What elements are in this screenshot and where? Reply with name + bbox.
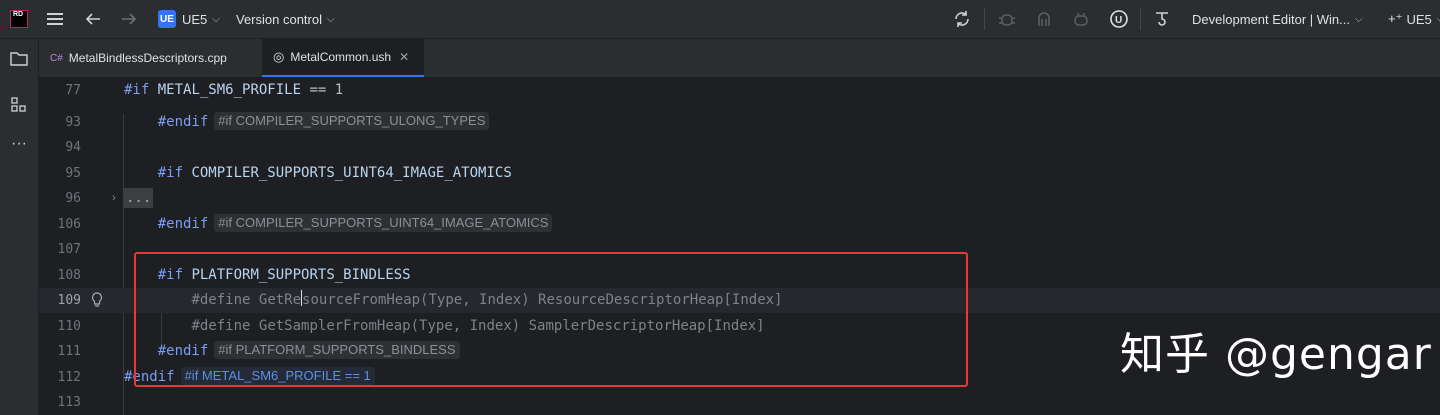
inlay-hint: #if COMPILER_SUPPORTS_ULONG_TYPES <box>214 112 490 130</box>
right-project-label: UE5 <box>1406 11 1432 27</box>
line-number: 77 <box>65 83 81 98</box>
folder-icon[interactable] <box>9 49 29 67</box>
line-number: 106 <box>57 217 81 232</box>
code-line: 106 #endif #if COMPILER_SUPPORTS_UINT64_I… <box>39 212 1440 237</box>
code-line: 93 #endif #if COMPILER_SUPPORTS_ULONG_TYP… <box>39 110 1440 135</box>
line-number: 93 <box>65 115 81 130</box>
menu-icon[interactable] <box>44 9 66 29</box>
unreal-icon[interactable]: U <box>1108 9 1130 29</box>
csharp-file-icon: C# <box>50 52 63 64</box>
editor-tabs: C# MetalBindlessDescriptors.cpp ◎ MetalC… <box>39 39 1440 78</box>
line-number: 108 <box>57 268 81 283</box>
highlight-box <box>134 252 968 387</box>
line-number: 112 <box>57 370 81 385</box>
tools-icon[interactable] <box>1152 9 1172 29</box>
tab-label: MetalCommon.ush <box>290 50 392 64</box>
watermark: 知乎 @gengar <box>1120 329 1432 380</box>
project-badge: UE <box>158 10 176 28</box>
back-arrow-icon[interactable] <box>82 9 104 29</box>
sync-icon[interactable] <box>952 9 972 29</box>
chevron-down-icon: ⌵ <box>327 13 335 25</box>
code-line: 113 <box>39 390 1440 415</box>
right-project-selector[interactable]: +⁺ UE5 ⌵ <box>1388 0 1440 38</box>
line-number: 107 <box>57 242 81 257</box>
project-name: UE5 <box>182 11 208 27</box>
tab-metal-bindless-descriptors[interactable]: C# MetalBindlessDescriptors.cpp <box>39 39 257 77</box>
line-number: 110 <box>57 319 81 334</box>
tab-metal-common[interactable]: ◎ MetalCommon.ush ✕ <box>262 39 424 77</box>
version-control-label: Version control <box>236 11 322 27</box>
run-icon[interactable] <box>1034 9 1054 29</box>
shader-file-icon: ◎ <box>273 49 285 64</box>
line-number: 113 <box>57 395 81 410</box>
title-bar: RD UE UE5 ⌵ Version control ⌵ U Developm… <box>0 0 1440 39</box>
close-icon[interactable]: ✕ <box>399 50 409 64</box>
tab-label: MetalBindlessDescriptors.cpp <box>68 51 227 65</box>
fold-chevron-icon[interactable]: › <box>109 189 119 207</box>
run-config-selector[interactable]: Development Editor | Win... ⌵ <box>1192 0 1363 38</box>
lightbulb-icon[interactable] <box>89 291 105 309</box>
add-config-icon: +⁺ <box>1388 11 1403 26</box>
line-number: 94 <box>65 140 81 155</box>
line-number: 109 <box>57 293 81 308</box>
folded-region[interactable]: ... <box>124 188 154 208</box>
rider-logo[interactable]: RD <box>10 10 28 28</box>
code-line: 94 <box>39 135 1440 160</box>
code-line: 95 #if COMPILER_SUPPORTS_UINT64_IMAGE_AT… <box>39 161 1440 186</box>
more-icon[interactable]: ··· <box>9 135 29 153</box>
line-number: 96 <box>65 191 81 206</box>
debug-icon[interactable] <box>997 9 1017 29</box>
structure-icon[interactable] <box>9 96 29 114</box>
tool-window-strip: ··· <box>0 39 39 415</box>
inlay-hint: #if COMPILER_SUPPORTS_UINT64_IMAGE_ATOMI… <box>214 214 553 232</box>
code-text: #endif #if COMPILER_SUPPORTS_UINT64_IMAGE… <box>124 212 553 237</box>
chevron-down-icon: ⌵ <box>212 13 220 25</box>
code-text: #if METAL_SM6_PROFILE == 1 <box>124 82 344 98</box>
project-switcher[interactable]: UE UE5 ⌵ <box>158 0 220 38</box>
code-line: 96 › ... <box>39 186 1440 211</box>
version-control-menu[interactable]: Version control ⌵ <box>236 0 335 38</box>
code-text: #endif #if COMPILER_SUPPORTS_ULONG_TYPES <box>124 110 490 135</box>
forward-arrow-icon[interactable] <box>118 9 140 29</box>
line-number: 95 <box>65 166 81 181</box>
code-text: #if COMPILER_SUPPORTS_UINT64_IMAGE_ATOMI… <box>157 165 512 181</box>
svg-text:U: U <box>1115 15 1122 26</box>
code-text: ... <box>124 186 154 211</box>
line-number: 111 <box>57 344 81 359</box>
code-line: 77 #if METAL_SM6_PROFILE == 1 <box>39 78 1440 103</box>
profile-icon[interactable] <box>1071 9 1091 29</box>
chevron-down-icon: ⌵ <box>1355 13 1363 25</box>
run-config-label: Development Editor | Win... <box>1192 11 1350 27</box>
